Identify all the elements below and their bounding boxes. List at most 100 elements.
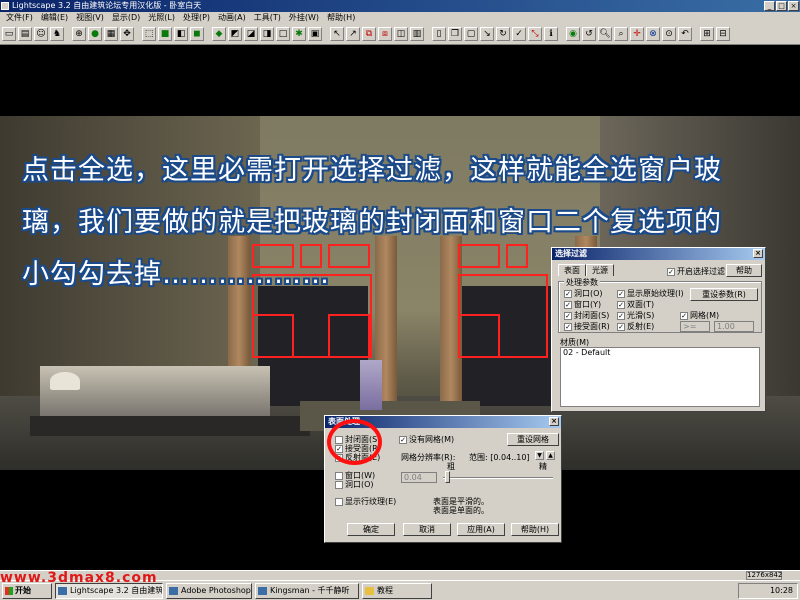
material-list[interactable]: 02 - Default	[560, 347, 760, 407]
person-icon[interactable]: ☺	[34, 26, 48, 41]
scene-window-frame[interactable]	[252, 314, 294, 358]
reset-mesh-button[interactable]: 重设网格	[507, 433, 559, 446]
receiver-checkbox[interactable]: ✓ 接受面(R)	[564, 321, 610, 332]
apply-button[interactable]: 应用(A)	[457, 523, 505, 536]
help-button[interactable]: 帮助(H)	[511, 523, 559, 536]
new-file-icon[interactable]: ▭	[2, 26, 16, 41]
camera-icon[interactable]: ▣	[308, 26, 322, 41]
double-side-checkbox[interactable]: ✓ 双面(T)	[617, 299, 654, 310]
help-button[interactable]: 帮助	[726, 264, 762, 277]
operator-select[interactable]: >=	[680, 321, 710, 332]
arrow-up-icon[interactable]: ▲	[546, 451, 555, 460]
maximize-icon[interactable]: □	[776, 1, 787, 11]
document-icon[interactable]: ▯	[432, 26, 446, 41]
cube-gray-icon[interactable]: ◧	[174, 26, 188, 41]
light-icon[interactable]: ✱	[292, 26, 306, 41]
menu-process[interactable]: 处理(P)	[179, 12, 214, 23]
select-object-icon[interactable]: ⧈	[378, 26, 392, 41]
close-icon[interactable]: ×	[549, 417, 559, 426]
menu-file[interactable]: 文件(F)	[2, 12, 37, 23]
app-icon	[1, 2, 9, 10]
closed-surface-checkbox[interactable]: ✓ 封闭面(S)	[564, 310, 609, 321]
opening-checkbox[interactable]: 洞口(O)	[335, 479, 374, 490]
task-music-player[interactable]: Kingsman - 千千静听	[255, 582, 359, 599]
tab-light[interactable]: 光源	[586, 264, 614, 276]
task-photoshop[interactable]: Adobe Photoshop	[166, 582, 252, 599]
tab-row: 表面 光源	[558, 264, 614, 276]
cube-solid-icon[interactable]: ◼	[190, 26, 204, 41]
highlight-ellipse	[327, 419, 382, 465]
fly-icon[interactable]: ⊗	[646, 26, 660, 41]
layer-icon[interactable]: ▦	[104, 26, 118, 41]
menu-view[interactable]: 视图(V)	[72, 12, 108, 23]
arrow-select-icon[interactable]: ↖	[330, 26, 344, 41]
window-checkbox[interactable]: ✓ 窗口(Y)	[564, 299, 601, 310]
menu-help[interactable]: 帮助(H)	[323, 12, 359, 23]
open-file-icon[interactable]: ▤	[18, 26, 32, 41]
scene-window-frame[interactable]	[328, 314, 370, 358]
info-icon[interactable]: ℹ	[544, 26, 558, 41]
clock[interactable]: 10:28	[770, 586, 793, 595]
texture-icon[interactable]: ◪	[244, 26, 258, 41]
move-icon[interactable]: ✛	[630, 26, 644, 41]
enable-filter-checkbox[interactable]: ✓ 开启选择过滤	[667, 266, 725, 277]
globe-icon[interactable]: ●	[88, 26, 102, 41]
walk-icon[interactable]: ♞	[50, 26, 64, 41]
mesh-value-field[interactable]: 1.00	[714, 321, 754, 332]
ok-button[interactable]: 确定	[347, 523, 395, 536]
resolution-slider-track[interactable]	[443, 477, 553, 479]
zoom-window-icon[interactable]: ⌕	[614, 26, 628, 41]
select-block-icon[interactable]: ▥	[410, 26, 424, 41]
menu-plugins[interactable]: 外挂(W)	[285, 12, 323, 23]
zoom-icon[interactable]: ⊕	[72, 26, 86, 41]
smooth-checkbox[interactable]: ✓ 光滑(S)	[617, 310, 654, 321]
menu-light[interactable]: 光照(L)	[144, 12, 179, 23]
show-texture-checkbox[interactable]: 显示行纹理(E)	[335, 496, 396, 507]
show-texture-checkbox[interactable]: ✓ 显示原始纹理(I)	[617, 288, 684, 299]
select-surface-icon[interactable]: ⧉	[362, 26, 376, 41]
tab-surface[interactable]: 表面	[558, 264, 586, 276]
copy-icon[interactable]: ❐	[448, 26, 462, 41]
select-all-icon[interactable]: ⬚	[142, 26, 156, 41]
pan-icon[interactable]: ✥	[120, 26, 134, 41]
reflect-checkbox[interactable]: ✓ 反射(E)	[617, 321, 654, 332]
zoom-in-icon[interactable]: 🔍︎	[598, 26, 612, 41]
cube-green-icon[interactable]: ■	[158, 26, 172, 41]
orbit-icon[interactable]: ↺	[582, 26, 596, 41]
check-icon[interactable]: ✓	[512, 26, 526, 41]
arrow-move-icon[interactable]: ↗	[346, 26, 360, 41]
scene-window-frame[interactable]	[458, 314, 500, 358]
pointer-icon[interactable]: ↘	[480, 26, 494, 41]
arrow-down-icon[interactable]: ▼	[535, 451, 544, 460]
no-mesh-checkbox[interactable]: ✓ 没有网格(M)	[399, 434, 454, 445]
undo-icon[interactable]: ↶	[678, 26, 692, 41]
menu-animation[interactable]: 动画(A)	[214, 12, 250, 23]
menu-tools[interactable]: 工具(T)	[250, 12, 285, 23]
task-tutorial-folder[interactable]: 教程	[362, 582, 432, 599]
render-icon[interactable]: ◆	[212, 26, 226, 41]
select-light-icon[interactable]: ◫	[394, 26, 408, 41]
zoom-all-icon[interactable]: ⊟	[716, 26, 730, 41]
minimize-icon[interactable]: _	[764, 1, 775, 11]
material-list-item[interactable]: 02 - Default	[563, 348, 610, 357]
close-icon[interactable]: ×	[753, 249, 763, 258]
eye-icon[interactable]: ◉	[566, 26, 580, 41]
resolution-field[interactable]: 0.04	[401, 472, 437, 483]
menu-display[interactable]: 显示(D)	[108, 12, 144, 23]
zoom-extents-icon[interactable]: ⊞	[700, 26, 714, 41]
rotate-icon[interactable]: ↻	[496, 26, 510, 41]
material-icon[interactable]: ◩	[228, 26, 242, 41]
opening-checkbox[interactable]: ✓ 洞口(O)	[564, 288, 603, 299]
resolution-slider-thumb[interactable]	[445, 471, 450, 483]
menu-edit[interactable]: 编辑(E)	[37, 12, 72, 23]
paste-icon[interactable]: ▢	[464, 26, 478, 41]
tutorial-text-line-1: 点击全选，这里必需打开选择过滤，这样就能全选窗户玻	[22, 155, 722, 186]
scale-icon[interactable]: ⤡	[528, 26, 542, 41]
color-icon[interactable]: □	[276, 26, 290, 41]
cancel-button[interactable]: 取消	[403, 523, 451, 536]
reset-params-button[interactable]: 重设参数(R)	[690, 288, 758, 301]
shade-icon[interactable]: ◨	[260, 26, 274, 41]
close-icon[interactable]: ×	[788, 1, 799, 11]
look-icon[interactable]: ⊙	[662, 26, 676, 41]
mesh-checkbox[interactable]: ✓ 网格(M)	[680, 310, 719, 321]
